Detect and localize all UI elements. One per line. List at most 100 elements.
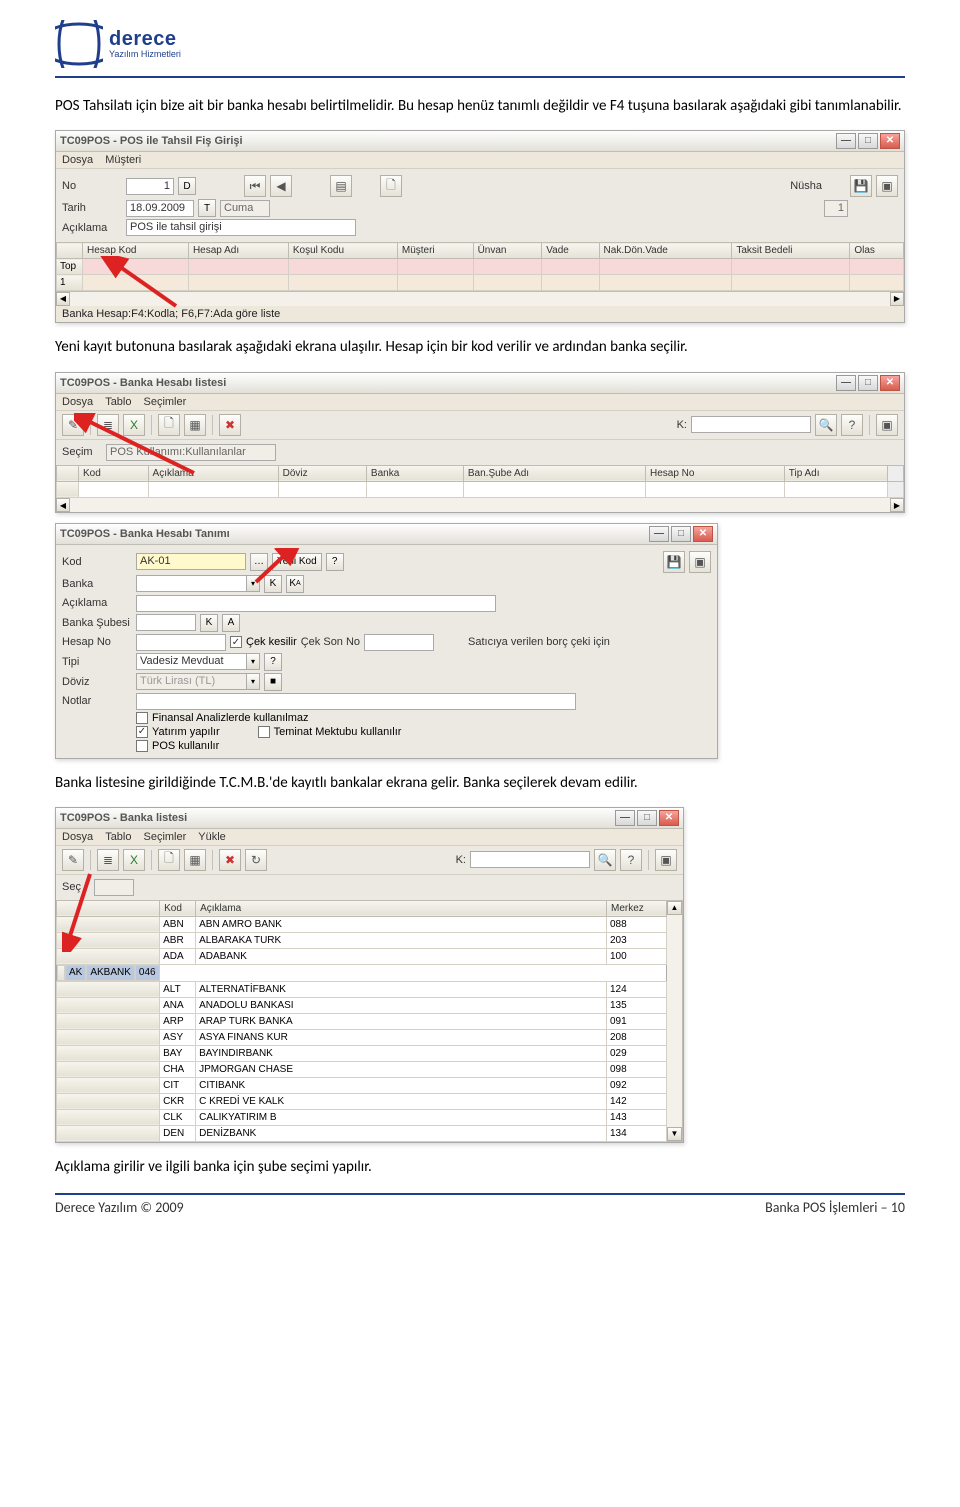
new-record-icon[interactable]: ✎ xyxy=(62,849,84,871)
yenikod-button[interactable]: Yeni Kod xyxy=(272,553,322,571)
chevron-down-icon[interactable]: ▾ xyxy=(246,653,260,670)
col-aciklama[interactable]: Açıklama xyxy=(148,465,278,481)
table-row[interactable]: CLKCALIKYATIRIM B143 xyxy=(57,1109,667,1125)
delete-icon[interactable]: ✖ xyxy=(219,414,241,436)
checkbox-finansal[interactable]: Finansal Analizlerde kullanılmaz xyxy=(136,712,309,724)
table-row[interactable]: CITCITIBANK092 xyxy=(57,1077,667,1093)
input-search[interactable] xyxy=(470,851,590,868)
h-scrollbar[interactable]: ◀ ▶ xyxy=(56,291,904,305)
nav-prev-icon[interactable]: ◀ xyxy=(270,175,292,197)
refresh-icon[interactable]: ↻ xyxy=(245,849,267,871)
col-kosulkodu[interactable]: Koşul Kodu xyxy=(288,243,397,259)
minimize-button[interactable]: — xyxy=(836,375,856,391)
h-scrollbar[interactable]: ◀ ▶ xyxy=(56,498,904,512)
scroll-left-icon[interactable]: ◀ xyxy=(56,498,70,512)
maximize-button[interactable]: □ xyxy=(858,375,878,391)
maximize-button[interactable]: □ xyxy=(637,810,657,826)
tarih-t-button[interactable]: T xyxy=(198,199,216,217)
col-unvan[interactable]: Ünvan xyxy=(473,243,542,259)
col-hesapno[interactable]: Hesap No xyxy=(646,465,785,481)
table-row[interactable]: BAYBAYINDIRBANK029 xyxy=(57,1045,667,1061)
col-kod[interactable]: Kod xyxy=(160,900,196,916)
scroll-down-icon[interactable]: ▼ xyxy=(667,1127,682,1141)
v-scrollbar[interactable] xyxy=(667,915,682,1127)
help-icon[interactable]: ? xyxy=(620,849,642,871)
input-kod[interactable]: AK-01 xyxy=(136,553,246,570)
col-nakdonvade[interactable]: Nak.Dön.Vade xyxy=(599,243,732,259)
exit-icon[interactable]: ▣ xyxy=(689,551,711,573)
col-kod[interactable]: Kod xyxy=(79,465,149,481)
menu-musteri[interactable]: Müşteri xyxy=(105,154,141,166)
select-banka[interactable] xyxy=(136,575,246,592)
print-icon[interactable]: ▤ xyxy=(330,175,352,197)
table-row[interactable]: ARPARAP TURK BANKA091 xyxy=(57,1013,667,1029)
no-d-button[interactable]: D xyxy=(178,177,196,195)
new-record-icon[interactable]: ✎ xyxy=(62,414,84,436)
help-icon[interactable]: ? xyxy=(841,414,863,436)
select-doviz[interactable]: Türk Lirası (TL) xyxy=(136,673,246,690)
col-hesapadi[interactable]: Hesap Adı xyxy=(188,243,288,259)
close-button[interactable]: ✕ xyxy=(880,133,900,149)
table-row[interactable]: ALTALTERNATİFBANK124 xyxy=(57,981,667,997)
col-doviz[interactable]: Döviz xyxy=(278,465,366,481)
table-row[interactable]: ASYASYA FINANS KUR208 xyxy=(57,1029,667,1045)
minimize-button[interactable]: — xyxy=(836,133,856,149)
maximize-button[interactable]: □ xyxy=(671,526,691,542)
col-hesapkod[interactable]: Hesap Kod xyxy=(83,243,189,259)
col-musteri[interactable]: Müşteri xyxy=(397,243,473,259)
list-icon[interactable]: ≣ xyxy=(97,849,119,871)
excel-icon[interactable]: X xyxy=(123,414,145,436)
search-icon[interactable]: 🔍 xyxy=(815,414,837,436)
input-tarih[interactable]: 18.09.2009 xyxy=(126,200,194,217)
menu-secimler[interactable]: Seçimler xyxy=(143,396,186,408)
menu-dosya[interactable]: Dosya xyxy=(62,831,93,843)
grid-icon[interactable]: ▦ xyxy=(184,414,206,436)
checkbox-teminat[interactable]: Teminat Mektubu kullanılır xyxy=(258,726,402,738)
search-icon[interactable]: 🔍 xyxy=(594,849,616,871)
table-row[interactable]: AKAKBANK046 xyxy=(57,965,160,981)
select-tipi[interactable]: Vadesiz Mevduat xyxy=(136,653,246,670)
save-icon[interactable]: 💾 xyxy=(663,551,685,573)
banka-k-button[interactable]: K xyxy=(264,575,282,593)
nav-first-icon[interactable]: ⏮ xyxy=(244,175,266,197)
col-bansube[interactable]: Ban.Şube Adı xyxy=(463,465,645,481)
col-olas[interactable]: Olas xyxy=(850,243,904,259)
table-row[interactable]: ADAADABANK100 xyxy=(57,948,667,964)
input-ceksonno[interactable] xyxy=(364,634,434,651)
minimize-button[interactable]: — xyxy=(615,810,635,826)
delete-icon[interactable]: ✖ xyxy=(219,849,241,871)
doviz-lock-icon[interactable]: ■ xyxy=(264,673,282,691)
col-aciklama[interactable]: Açıklama xyxy=(196,900,607,916)
table-row[interactable]: DENDENİZBANK134 xyxy=(57,1125,667,1141)
col-tipadi[interactable]: Tip Adı xyxy=(784,465,887,481)
col-banka[interactable]: Banka xyxy=(366,465,463,481)
exit-icon[interactable]: ▣ xyxy=(876,414,898,436)
checkbox-pos[interactable]: POS kullanılır xyxy=(136,740,219,752)
grid-icon[interactable]: ▦ xyxy=(184,849,206,871)
menu-secimler[interactable]: Seçimler xyxy=(143,831,186,843)
save-icon[interactable]: 💾 xyxy=(850,175,872,197)
help-icon[interactable]: ? xyxy=(326,553,344,571)
table-row[interactable]: CKRC KREDİ VE KALK142 xyxy=(57,1093,667,1109)
menu-yukle[interactable]: Yükle xyxy=(198,831,226,843)
exit-icon[interactable]: ▣ xyxy=(655,849,677,871)
banka-ka-button[interactable]: KA xyxy=(286,575,304,593)
input-notlar[interactable] xyxy=(136,693,576,710)
input-aciklama[interactable] xyxy=(136,595,496,612)
scroll-right-icon[interactable]: ▶ xyxy=(890,498,904,512)
table-row[interactable]: CHAJPMORGAN CHASE098 xyxy=(57,1061,667,1077)
kod-lookup-button[interactable]: … xyxy=(250,553,268,571)
minimize-button[interactable]: — xyxy=(649,526,669,542)
checkbox-cekkesilir[interactable]: ✓Çek kesilir xyxy=(230,636,297,648)
input-sube[interactable] xyxy=(136,614,196,631)
sube-a-button[interactable]: A xyxy=(222,614,240,632)
doc-icon[interactable]: 🗋 xyxy=(158,849,180,871)
maximize-button[interactable]: □ xyxy=(858,133,878,149)
list-icon[interactable]: ≣ xyxy=(97,414,119,436)
grid-lines[interactable]: Hesap Kod Hesap Adı Koşul Kodu Müşteri Ü… xyxy=(56,242,904,291)
grid-hesap-listesi[interactable]: Kod Açıklama Döviz Banka Ban.Şube Adı He… xyxy=(56,465,904,498)
menu-tablo[interactable]: Tablo xyxy=(105,396,131,408)
table-row[interactable]: ANAANADOLU BANKASI135 xyxy=(57,997,667,1013)
excel-icon[interactable]: X xyxy=(123,849,145,871)
col-taksitbedeli[interactable]: Taksit Bedeli xyxy=(732,243,850,259)
